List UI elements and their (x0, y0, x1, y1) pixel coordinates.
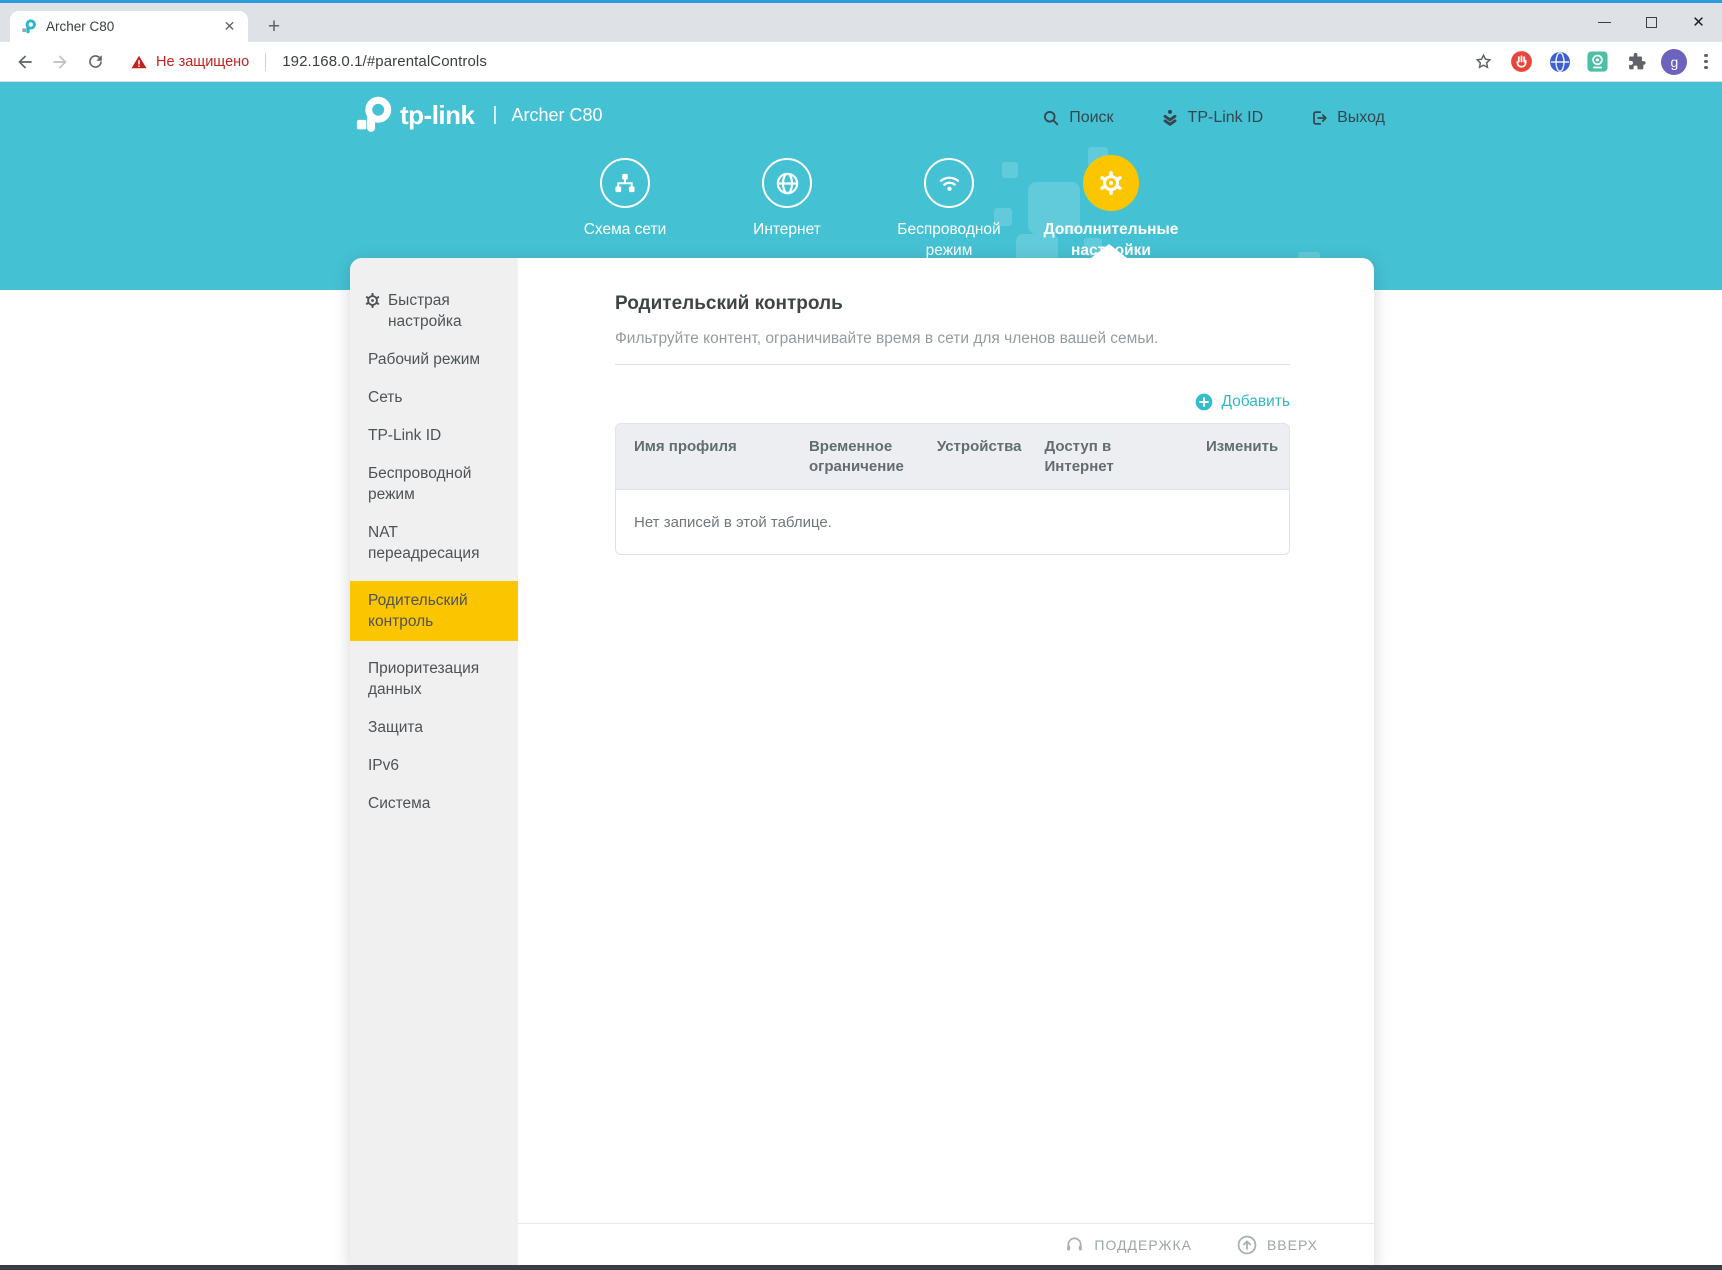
browser-address-bar: Не защищено 192.168.0.1/#parentalControl… (0, 42, 1722, 82)
col-modify: Изменить (1188, 435, 1289, 479)
tplink-id-button[interactable]: TP-Link ID (1160, 108, 1264, 128)
person-icon (1160, 108, 1180, 128)
sidebar-item-operation-mode[interactable]: Рабочий режим (350, 349, 518, 370)
page-title: Родительский контроль (615, 293, 1290, 315)
brand-text: tp-link (400, 100, 475, 131)
nav-item-network-map[interactable]: Схема сети (544, 154, 706, 261)
settings-sidebar: Быстрая настройка Рабочий режим Сеть TP-… (350, 258, 518, 1265)
sidebar-item-nat-forwarding[interactable]: NAT переадресация (350, 522, 518, 564)
headset-icon (1064, 1234, 1085, 1255)
sidebar-item-parental-controls[interactable]: Родительский контроль (350, 581, 518, 641)
back-button[interactable] (12, 49, 38, 75)
table-empty-row: Нет записей в этой таблице. (615, 489, 1290, 555)
nav-item-internet[interactable]: Интернет (706, 154, 868, 261)
router-logo: tp-link | Archer C80 (352, 94, 602, 136)
wifi-icon (924, 158, 974, 208)
model-text: Archer C80 (511, 105, 602, 126)
sidebar-item-quick-setup[interactable]: Быстрая настройка (350, 290, 518, 332)
col-internet-access: Доступ в Интернет (1027, 435, 1189, 479)
security-label: Не защищено (156, 54, 249, 70)
tplink-id-label: TP-Link ID (1188, 109, 1264, 127)
browser-menu-icon[interactable] (1700, 50, 1712, 74)
nav-pointer (1091, 244, 1127, 258)
url-text[interactable]: 192.168.0.1/#parentalControls (282, 53, 487, 70)
window-maximize-button[interactable] (1628, 3, 1675, 42)
chip-divider (265, 53, 266, 71)
tab-close-icon[interactable]: ✕ (221, 18, 238, 35)
col-time-limit: Временное ограничение (791, 435, 919, 479)
nav-label: Схема сети (550, 219, 700, 240)
logo-separator: | (493, 104, 498, 126)
profiles-table: Имя профиля Временное ограничение Устрой… (615, 423, 1290, 555)
add-profile-label: Добавить (1221, 393, 1290, 411)
page-subtitle: Фильтруйте контент, ограничивайте время … (615, 330, 1290, 348)
browser-tab-bar: Archer C80 ✕ + ✕ (0, 3, 1722, 42)
logout-icon (1309, 108, 1329, 128)
empty-text: Нет записей в этой таблице. (634, 514, 832, 531)
new-tab-button[interactable]: + (260, 13, 288, 41)
tp-link-favicon-icon (20, 18, 37, 35)
col-devices: Устройства (919, 435, 1027, 479)
window-close-button[interactable]: ✕ (1675, 3, 1722, 42)
sidebar-item-security[interactable]: Защита (350, 717, 518, 738)
gear-icon (364, 292, 381, 309)
security-chip[interactable]: Не защищено 192.168.0.1/#parentalControl… (130, 53, 487, 71)
sidebar-item-wireless[interactable]: Беспроводной режим (350, 463, 518, 505)
search-label: Поиск (1069, 109, 1113, 127)
search-icon (1041, 108, 1061, 128)
nav-label: Беспроводной режим (874, 219, 1024, 261)
nav-item-wireless[interactable]: Беспроводной режим (868, 154, 1030, 261)
window-minimize-button[interactable] (1581, 3, 1628, 42)
plus-circle-icon (1194, 392, 1214, 412)
browser-tab[interactable]: Archer C80 ✕ (10, 11, 248, 42)
panel-footer: ПОДДЕРЖКА ВВЕРХ (518, 1223, 1374, 1265)
parental-controls-content: Родительский контроль Фильтруйте контент… (518, 258, 1374, 555)
logout-label: Выход (1337, 109, 1385, 127)
extension-screenshot-icon[interactable] (1585, 49, 1610, 74)
scroll-top-label: ВВЕРХ (1267, 1237, 1318, 1253)
sidebar-item-system[interactable]: Система (350, 793, 518, 814)
support-button[interactable]: ПОДДЕРЖКА (1064, 1234, 1192, 1255)
settings-panel: Быстрая настройка Рабочий режим Сеть TP-… (350, 258, 1374, 1265)
sidebar-item-qos[interactable]: Приоритезация данных (350, 658, 518, 700)
logout-button[interactable]: Выход (1309, 108, 1385, 128)
network-map-icon (600, 158, 650, 208)
bookmark-star-icon[interactable] (1471, 49, 1496, 74)
divider (615, 364, 1290, 365)
support-label: ПОДДЕРЖКА (1094, 1237, 1192, 1253)
tp-link-logo-icon (352, 94, 394, 136)
reload-button[interactable] (82, 49, 108, 75)
extensions-puzzle-icon[interactable] (1623, 49, 1648, 74)
profile-avatar[interactable]: g (1661, 49, 1687, 75)
screen: Archer C80 ✕ + ✕ (0, 0, 1722, 1270)
warning-icon (130, 53, 148, 71)
bottom-edge-strip (0, 1265, 1722, 1270)
globe-icon (762, 158, 812, 208)
col-profile-name: Имя профиля (616, 435, 791, 479)
sidebar-item-ipv6[interactable]: IPv6 (350, 755, 518, 776)
sidebar-item-label: Быстрая настройка (388, 290, 506, 332)
arrow-up-circle-icon (1236, 1234, 1258, 1256)
sidebar-item-network[interactable]: Сеть (350, 387, 518, 408)
sidebar-item-tplink-id[interactable]: TP-Link ID (350, 425, 518, 446)
gear-icon (1083, 155, 1139, 211)
scroll-top-button[interactable]: ВВЕРХ (1236, 1234, 1318, 1256)
tab-title: Archer C80 (46, 19, 221, 34)
extension-globe-icon[interactable] (1547, 49, 1572, 74)
search-button[interactable]: Поиск (1041, 108, 1113, 128)
add-profile-button[interactable]: Добавить (1194, 392, 1290, 412)
extension-adblock-icon[interactable] (1509, 49, 1534, 74)
forward-button[interactable] (47, 49, 73, 75)
nav-label: Интернет (712, 219, 862, 240)
table-header-row: Имя профиля Временное ограничение Устрой… (615, 423, 1290, 489)
